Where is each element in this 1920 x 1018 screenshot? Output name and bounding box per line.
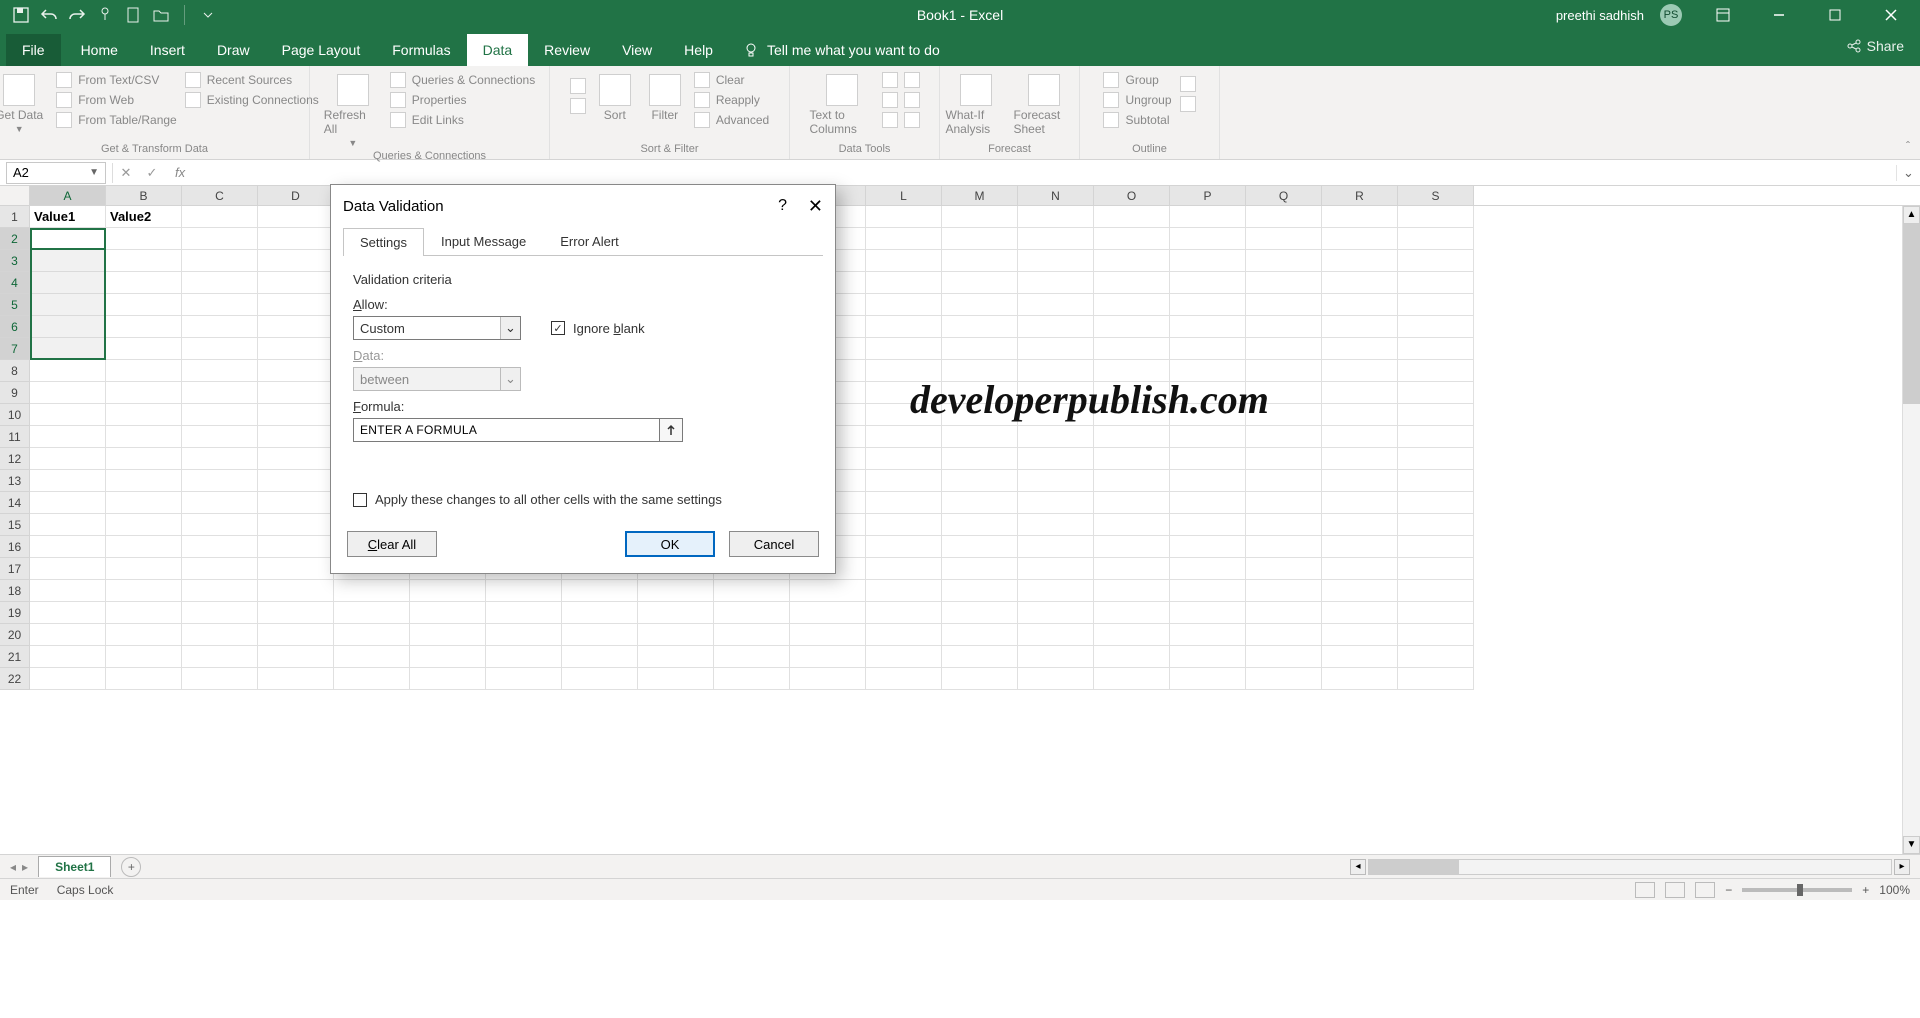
range-picker-icon[interactable] [659, 418, 683, 442]
allow-select[interactable]: Custom⌄ [353, 316, 521, 340]
ignore-blank-label: Ignore blank [573, 321, 645, 336]
data-select: between⌄ [353, 367, 521, 391]
apply-all-label: Apply these changes to all other cells w… [375, 492, 722, 507]
validation-criteria-label: Validation criteria [353, 272, 813, 287]
dialog-tab-settings[interactable]: Settings [343, 228, 424, 256]
dialog-tab-error-alert[interactable]: Error Alert [543, 227, 636, 255]
dialog-title: Data Validation [343, 198, 444, 215]
allow-label: Allow: [353, 297, 813, 312]
formula-label: Formula: [353, 399, 813, 414]
chevron-down-icon: ⌄ [500, 368, 520, 390]
formula-input-field[interactable] [353, 418, 660, 442]
dialog-close-icon[interactable]: ✕ [808, 196, 823, 217]
dialog-tab-input-message[interactable]: Input Message [424, 227, 543, 255]
cancel-button[interactable]: Cancel [729, 531, 819, 557]
ok-button[interactable]: OK [625, 531, 715, 557]
data-label: Data: [353, 348, 813, 363]
dialog-help-icon[interactable]: ? [778, 197, 787, 215]
clear-all-button[interactable]: Clear All [347, 531, 437, 557]
apply-all-checkbox[interactable] [353, 493, 367, 507]
chevron-down-icon[interactable]: ⌄ [500, 317, 520, 339]
data-validation-dialog: Data Validation ? ✕ Settings Input Messa… [330, 184, 836, 574]
ignore-blank-checkbox[interactable]: ✓ [551, 321, 565, 335]
